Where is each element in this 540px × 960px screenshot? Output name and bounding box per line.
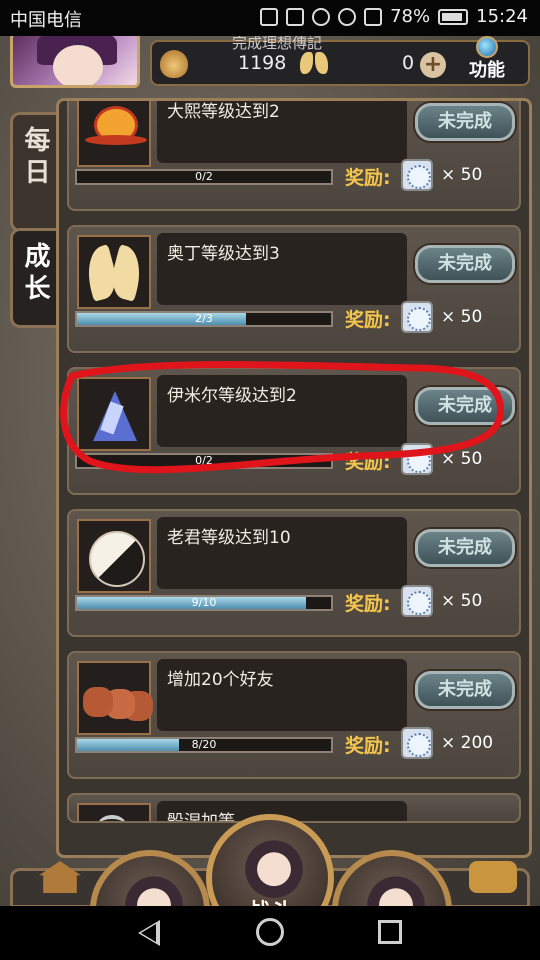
status-icons: 78% 15:24 — [260, 6, 528, 27]
function-button[interactable]: 功能 — [452, 36, 522, 86]
progress-text: 0/2 — [195, 454, 213, 467]
butterfly-currency-icon — [300, 52, 328, 76]
reward-count: × 200 — [441, 733, 494, 753]
quest-description: 伊米尔等级达到2 — [167, 386, 297, 406]
incomplete-status-button[interactable]: 未完成 — [415, 529, 515, 567]
battle-button[interactable]: 战斗 — [206, 814, 334, 906]
quest-description: 增加20个好友 — [167, 670, 274, 690]
incomplete-status-button[interactable]: 未完成 — [415, 103, 515, 141]
progress-bar: 8/20 — [75, 737, 333, 753]
quest-desc-box: 大熙等级达到2 — [157, 101, 407, 163]
crystal-icon — [77, 377, 151, 451]
home-circle-icon[interactable] — [256, 918, 284, 946]
flame-currency-icon — [160, 50, 188, 78]
vibrate-icon — [286, 7, 305, 26]
battery-icon — [438, 8, 469, 25]
chibi-character-icon — [364, 870, 428, 906]
incomplete-status-button[interactable]: 未完成 — [415, 671, 515, 709]
quest-card[interactable]: 增加20个好友 未完成 8/20 奖励: × 200 — [67, 651, 521, 779]
reward-count: × 50 — [441, 307, 483, 327]
header-bar: 完成理想傳記 1198 0 + 功能 — [0, 36, 540, 88]
quest-card[interactable]: 伊米尔等级达到2 未完成 0/2 奖励: × 50 — [67, 367, 521, 495]
clock: 15:24 — [476, 6, 528, 27]
battle-label: 战斗 — [212, 894, 328, 906]
gem-icon — [476, 36, 498, 58]
battery-percent: 78% — [390, 6, 431, 27]
progress-bar: 0/2 — [75, 453, 333, 469]
recents-icon[interactable] — [378, 920, 402, 944]
wifi-icon — [338, 7, 357, 26]
reward-label: 奖励: — [345, 735, 391, 757]
incomplete-status-button[interactable]: 未完成 — [415, 245, 515, 283]
resource-bar: 完成理想傳記 1198 0 + 功能 — [150, 36, 530, 86]
add-currency-button[interactable]: + — [420, 52, 446, 78]
signal-icon — [364, 7, 383, 26]
tab-growth-label: 成长 — [24, 242, 51, 304]
chibi-character-icon — [122, 870, 186, 906]
wings-icon — [77, 235, 151, 309]
quest-desc-box: 奥丁等级达到3 — [157, 233, 407, 305]
progress-bar: 9/10 — [75, 595, 333, 611]
coin-icon — [401, 159, 433, 191]
alarm-icon — [312, 7, 331, 26]
partial-quest-icon — [77, 803, 151, 821]
currency-1-value: 1198 — [238, 52, 287, 74]
coin-icon — [401, 443, 433, 475]
tab-daily-label: 每日 — [24, 126, 51, 188]
reward-label: 奖励: — [345, 167, 391, 189]
status-bar: 中国电信 78% 15:24 — [0, 0, 540, 36]
gacha-button[interactable] — [332, 850, 452, 906]
avatar-face — [53, 45, 103, 85]
chibi-character-icon — [242, 834, 306, 898]
player-avatar[interactable] — [10, 36, 140, 88]
progress-text: 0/2 — [195, 170, 213, 183]
reward-label: 奖励: — [345, 593, 391, 615]
progress-bar: 0/2 — [75, 169, 333, 185]
header-title: 完成理想傳記 — [232, 36, 323, 52]
coin-icon — [401, 301, 433, 333]
team-button[interactable] — [90, 850, 210, 906]
progress-bar: 2/3 — [75, 311, 333, 327]
bottom-nav: 战斗 — [0, 814, 540, 906]
quest-description: 大熙等级达到2 — [167, 102, 280, 122]
incomplete-status-button[interactable]: 未完成 — [415, 387, 515, 425]
scroll-icon[interactable] — [469, 861, 517, 893]
function-label: 功能 — [469, 60, 505, 81]
reward-count: × 50 — [441, 591, 483, 611]
quest-card[interactable]: 老君等级达到10 未完成 9/10 奖励: × 50 — [67, 509, 521, 637]
back-icon[interactable] — [138, 920, 160, 946]
sun-icon — [77, 101, 151, 167]
currency-2-value: 0 — [402, 52, 415, 74]
nfc-icon — [260, 7, 279, 26]
coin-icon — [401, 727, 433, 759]
home-icon[interactable] — [39, 861, 81, 893]
progress-text: 9/10 — [191, 596, 217, 609]
system-nav-bar — [0, 906, 540, 960]
quest-desc-box: 老君等级达到10 — [157, 517, 407, 589]
quest-desc-box: 增加20个好友 — [157, 659, 407, 731]
reward-label: 奖励: — [345, 309, 391, 331]
taiji-icon — [77, 519, 151, 593]
tab-daily[interactable]: 每日 — [10, 112, 62, 232]
tab-growth[interactable]: 成长 — [10, 228, 62, 328]
quest-card[interactable]: 大熙等级达到2 未完成 0/2 奖励: × 50 — [67, 101, 521, 211]
progress-text: 8/20 — [191, 738, 217, 751]
carrier-label: 中国电信 — [10, 10, 82, 31]
game-screen: 完成理想傳記 1198 0 + 功能 每日 成长 大熙等级达到2 未完成 0/2 — [0, 36, 540, 906]
reward-label: 奖励: — [345, 451, 391, 473]
reward-count: × 50 — [441, 165, 483, 185]
quest-panel[interactable]: 大熙等级达到2 未完成 0/2 奖励: × 50 奥丁等级达到3 未完成 2/3… — [56, 98, 532, 858]
bears-icon — [77, 661, 151, 735]
quest-desc-box: 伊米尔等级达到2 — [157, 375, 407, 447]
quest-card[interactable]: 奥丁等级达到3 未完成 2/3 奖励: × 50 — [67, 225, 521, 353]
quest-description: 骰涅加等 — [167, 812, 235, 823]
progress-text: 2/3 — [195, 312, 213, 325]
coin-icon — [401, 585, 433, 617]
quest-description: 老君等级达到10 — [167, 528, 291, 548]
reward-count: × 50 — [441, 449, 483, 469]
quest-description: 奥丁等级达到3 — [167, 244, 280, 264]
